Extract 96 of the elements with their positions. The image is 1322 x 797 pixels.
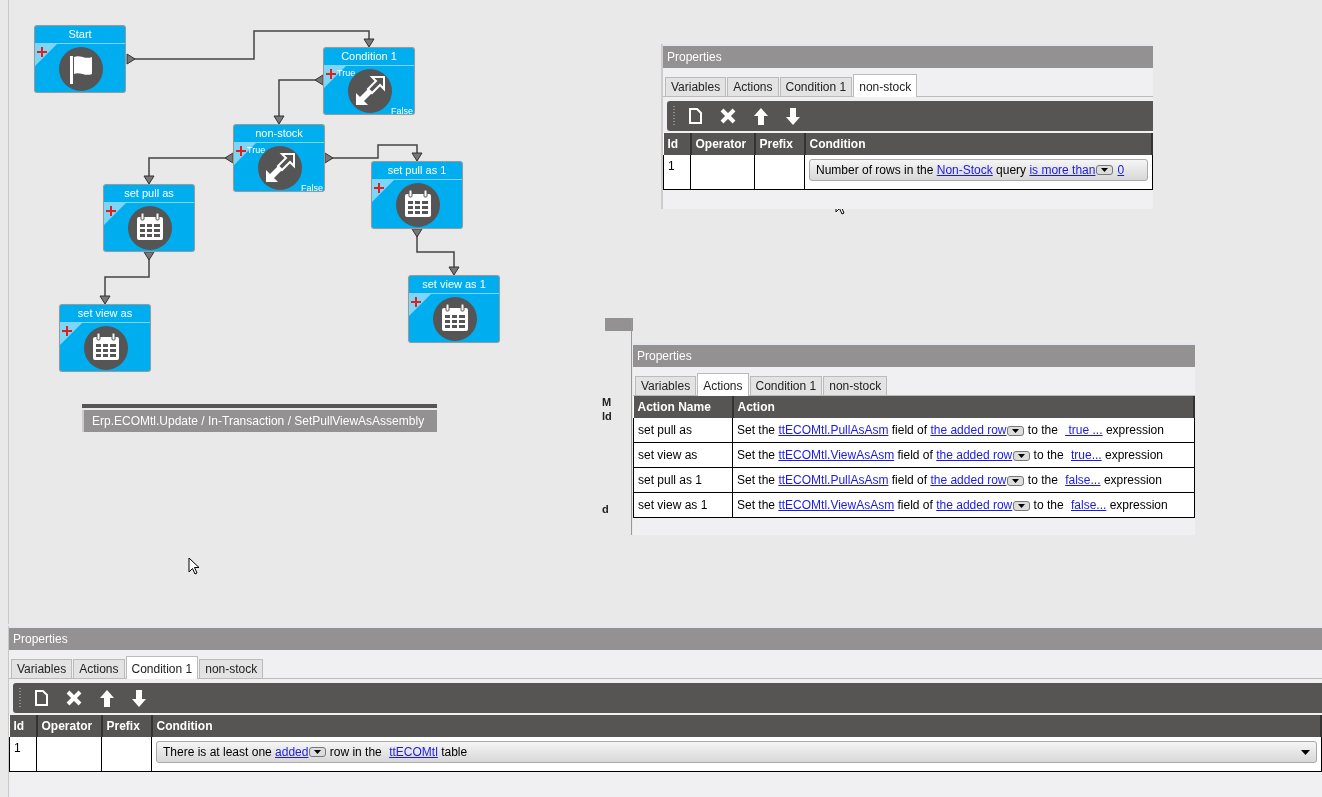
calendar-icon [433,297,477,341]
action-text: Set the ttECOMtl.PullAsAsm field of the added row to the true ... expression [737,423,1164,437]
dropdown-arrow-icon[interactable] [1300,749,1310,755]
true-label: True [337,68,356,78]
tab[interactable]: Variables [665,77,727,96]
link[interactable]: ttECOMtl.PullAsAsm [778,423,889,437]
clipped-label: M [602,396,612,408]
caret-icon[interactable] [1012,428,1020,433]
column-header: Action [732,396,1194,418]
dropdown-button[interactable] [309,747,327,757]
tab[interactable]: Variables [635,376,697,395]
calendar-icon [128,206,172,250]
table-cell: set view as [638,448,698,462]
tab[interactable]: Condition 1 [779,77,853,96]
caret-icon[interactable] [1018,453,1026,458]
link[interactable]: true... [1071,448,1102,462]
column-header: Prefix [101,715,152,737]
table-cell: set pull as [638,423,693,437]
delete-icon[interactable] [66,690,82,706]
link[interactable]: ttECOMtl [389,745,438,759]
calendar-icon [84,326,128,370]
table-cell: 1 [668,159,675,173]
tab[interactable]: Condition 1 [749,376,823,395]
false-label: False [391,106,413,114]
plus-icon[interactable] [60,323,82,345]
link[interactable]: false... [1065,473,1101,487]
new-document-icon[interactable] [35,690,48,706]
false-label: False [301,183,323,191]
connector-arrow [99,251,155,305]
column-header: Prefix [754,133,805,155]
tab[interactable]: non-stock [823,376,888,395]
column-header: Id [663,133,691,155]
caret-icon[interactable] [1012,478,1020,483]
panel-header: Properties [9,626,1322,650]
link[interactable]: is more than [1029,163,1096,177]
link[interactable]: ttECOMtl.PullAsAsm [778,473,889,487]
dropdown-button[interactable] [1007,425,1025,436]
link[interactable]: the added row [936,498,1013,512]
caret-icon[interactable] [1018,503,1026,508]
column-header: Id [9,715,37,737]
plus-icon[interactable] [104,203,126,225]
connector-arrow [273,74,324,125]
link[interactable]: Non-Stock [936,163,993,177]
tab[interactable]: Actions [697,373,749,396]
delete-icon[interactable] [720,108,736,124]
column-header: Operator [36,715,102,737]
down-arrow-icon[interactable] [786,107,800,125]
dropdown-button[interactable] [1013,500,1031,511]
true-label: True [247,145,266,155]
down-arrow-icon[interactable] [132,689,146,707]
table-cell: 1 [14,741,21,755]
connector-arrow [411,228,460,276]
column-header: Operator [690,133,755,155]
tab[interactable]: Variables [11,659,73,678]
up-arrow-icon[interactable] [754,107,768,125]
link[interactable]: added [275,745,309,759]
dropdown-button[interactable] [1096,165,1114,175]
action-text: Set the ttECOMtl.ViewAsAsm field of the added row to the false... expression [737,498,1168,512]
clipped-label: d [602,503,609,515]
caret-icon[interactable] [314,750,322,754]
column-header: Action Name [633,396,733,418]
link[interactable]: true ... [1065,423,1103,437]
panel-header: Properties [633,343,1195,367]
table-cell: set pull as 1 [638,473,703,487]
up-arrow-icon[interactable] [100,689,114,707]
condition-field[interactable]: There is at least one added row in the ttECOMtl table [156,741,1317,763]
link[interactable]: 0 [1117,163,1125,177]
dropdown-button[interactable] [1007,475,1025,486]
path-bar: Erp.ECOMtl.Update / In-Transaction / SetPullViewAsAssembly [82,410,437,432]
plus-icon[interactable] [372,180,394,202]
table-cell: set view as 1 [638,498,708,512]
column-header: Condition [804,133,1152,155]
link[interactable]: the added row [930,423,1007,437]
action-text: Set the ttECOMtl.PullAsAsm field of the added row to the false... expression [737,473,1162,487]
link[interactable]: ttECOMtl.ViewAsAsm [778,448,895,462]
dropdown-button[interactable] [1013,450,1031,461]
action-text: Set the ttECOMtl.ViewAsAsm field of the added row to the true... expression [737,448,1164,462]
plus-icon[interactable] [35,44,57,66]
link[interactable]: false... [1071,498,1107,512]
caret-icon[interactable] [1101,168,1109,172]
tab[interactable]: non-stock [853,74,918,97]
new-document-icon[interactable] [689,108,702,124]
link[interactable]: the added row [930,473,1007,487]
tab[interactable]: non-stock [199,659,264,678]
clipped-label: ld [602,410,612,422]
panel-header: Properties [663,44,1153,68]
plus-icon[interactable] [409,294,431,316]
column-header: Condition [151,715,1321,737]
condition-field[interactable]: Number of rows in the Non-Stock query is more than 0 [809,159,1148,181]
tab[interactable]: Actions [73,659,125,678]
link[interactable]: the added row [936,448,1013,462]
link[interactable]: ttECOMtl.ViewAsAsm [778,498,895,512]
flag-icon [59,47,103,91]
calendar-icon [396,183,440,227]
tab[interactable]: Actions [727,77,779,96]
tab[interactable]: Condition 1 [125,656,199,679]
